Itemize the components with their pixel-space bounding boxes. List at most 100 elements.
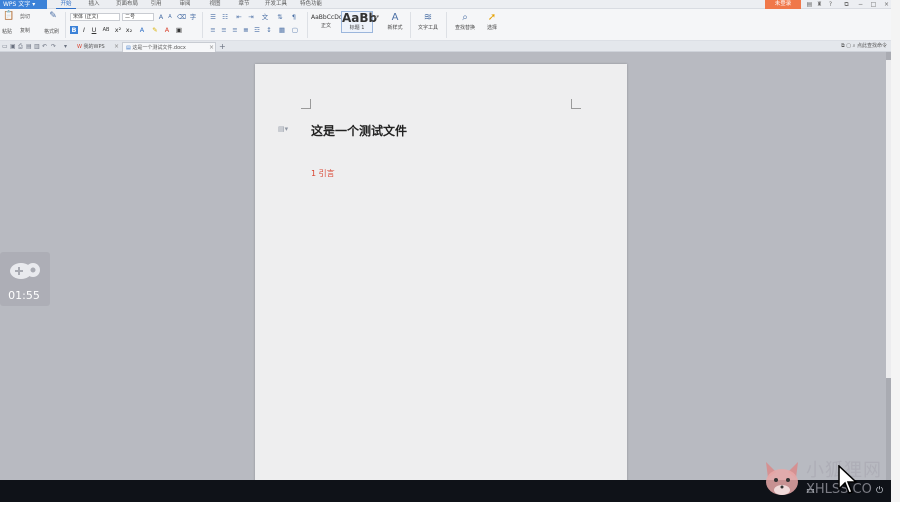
close-icon[interactable]: ×	[114, 42, 119, 52]
paragraph-handle-icon[interactable]: ▤▾	[278, 125, 288, 133]
text-tools-button[interactable]: ≋ 文字工具	[414, 11, 442, 37]
tab-view[interactable]: 视图	[205, 0, 225, 9]
margin-mark-top-right	[571, 99, 581, 109]
align-right-icon[interactable]: ≡	[230, 26, 240, 34]
new-tab-button[interactable]: +	[219, 41, 226, 52]
strikethrough-icon[interactable]: AB	[101, 26, 111, 34]
redo-icon[interactable]: ↷	[51, 41, 56, 52]
help-icon[interactable]: ?	[826, 0, 835, 9]
clear-format-icon[interactable]: ⌫	[177, 13, 186, 21]
undo-icon[interactable]: ↶	[42, 41, 47, 52]
italic-icon[interactable]: I	[80, 26, 88, 34]
tab-developer[interactable]: 开发工具	[262, 0, 290, 9]
gamepad-icon	[10, 263, 40, 279]
style-normal-preview: AaBbCcDd	[311, 14, 343, 21]
font-name-select[interactable]: 宋体 (正文)	[70, 13, 120, 21]
style-heading1[interactable]: AaBb 标题 1	[341, 11, 378, 33]
heading-1[interactable]: 1 引言	[311, 168, 335, 179]
find-replace-button[interactable]: ⌕ 查找替换	[451, 11, 479, 37]
bullet-list-icon[interactable]: ☰	[208, 13, 218, 21]
export-pdf-icon[interactable]: ▥	[34, 41, 40, 52]
skin-icon[interactable]: ▤	[805, 0, 814, 9]
phonetic-icon[interactable]: 字	[189, 13, 197, 21]
maximize-button[interactable]: □	[869, 0, 878, 9]
document-page[interactable]: ▤▾ 这是一个测试文件 1 引言	[255, 64, 627, 484]
quick-access-menu-icon[interactable]: ▾	[64, 41, 67, 52]
line-spacing-icon[interactable]: ↕	[264, 26, 274, 34]
align-left-icon[interactable]: ≡	[208, 26, 218, 34]
tab-active-document[interactable]: ▤ 这是一个测试文件.docx ×	[122, 42, 216, 52]
font-size-select[interactable]: 二号	[122, 13, 154, 21]
screen-edge-bottom	[0, 502, 900, 507]
document-workspace[interactable]: ▤▾ 这是一个测试文件 1 引言	[0, 52, 891, 484]
increase-indent-icon[interactable]: ⇥	[246, 13, 256, 21]
tab-references[interactable]: 引用	[146, 0, 166, 9]
paste-icon[interactable]: 📋	[3, 12, 15, 21]
menu-bar: WPS 文字 ▾ 开始 插入 页面布局 引用 审阅 视图 章节 开发工具 特色功…	[0, 0, 891, 9]
shrink-font-icon[interactable]: A	[166, 13, 174, 21]
copy-button[interactable]: 复制	[20, 27, 30, 34]
close-button[interactable]: ×	[882, 0, 891, 9]
distribute-icon[interactable]: ☲	[252, 26, 262, 34]
restore-icon[interactable]: ⧉	[842, 0, 851, 9]
numbered-list-icon[interactable]: ☷	[220, 13, 230, 21]
underline-icon[interactable]: U	[90, 26, 98, 34]
text-tools-icon: ≋	[423, 12, 433, 23]
restore-window-icon[interactable]: ⧉	[841, 43, 845, 49]
shading-icon[interactable]: ▦	[277, 26, 287, 34]
format-painter-icon[interactable]: ✎	[47, 12, 59, 21]
grow-font-icon[interactable]: A	[157, 13, 165, 21]
justify-icon[interactable]: ≣	[241, 26, 251, 34]
cut-button[interactable]: 剪切	[20, 13, 30, 20]
doc-file-icon: ▤	[126, 45, 131, 51]
select-button[interactable]: ➚ 选择	[482, 11, 502, 37]
divider	[307, 12, 308, 38]
char-border-icon[interactable]: ▣	[175, 26, 183, 34]
mouse-cursor-icon	[838, 465, 858, 494]
paste-button[interactable]: 粘贴	[2, 28, 12, 35]
align-center-icon[interactable]: ≡	[219, 26, 229, 34]
tab-home[interactable]: 开始	[56, 0, 76, 9]
divider	[446, 12, 447, 38]
open-folder-icon[interactable]: ▭	[2, 41, 8, 52]
save-icon[interactable]: ▣	[10, 41, 16, 52]
style-heading1-preview: AaBb	[342, 11, 378, 25]
app-menu-button[interactable]: WPS 文字 ▾	[0, 0, 47, 9]
search-icon: ⌕	[462, 12, 468, 23]
power-icon[interactable]: ⏻	[876, 485, 883, 497]
login-button[interactable]: 未登录	[765, 0, 801, 9]
print-icon[interactable]: ▤	[26, 41, 32, 52]
font-color-icon[interactable]: A	[163, 26, 171, 34]
format-painter-button[interactable]: 格式刷	[44, 28, 59, 35]
style-normal[interactable]: AaBbCcDd 正文	[310, 11, 343, 33]
tab-page-layout[interactable]: 页面布局	[112, 0, 142, 9]
taskbar: ▭ ⏻	[0, 480, 891, 502]
command-search[interactable]: ⧉ ▢ ⌕ 点此查找命令	[841, 41, 887, 52]
search-icon: ⌕	[852, 43, 856, 49]
subscript-icon[interactable]: x₂	[125, 26, 133, 34]
tab-special[interactable]: 特色功能	[297, 0, 325, 9]
border-icon[interactable]: ▢	[290, 26, 300, 34]
document-title[interactable]: 这是一个测试文件	[311, 122, 407, 139]
print-preview-icon[interactable]: ⎙	[18, 41, 23, 52]
tab-active-document-label: 这是一个测试文件.docx	[132, 45, 186, 51]
highlight-icon[interactable]: ✎	[150, 26, 160, 34]
tab-review[interactable]: 审阅	[175, 0, 195, 9]
shirt-icon[interactable]: ♜	[815, 0, 824, 9]
text-tools-label: 文字工具	[417, 25, 438, 31]
bold-icon[interactable]: B	[70, 26, 78, 34]
superscript-icon[interactable]: x²	[114, 26, 122, 34]
style-heading1-label: 标题 1	[349, 25, 365, 31]
styles-scroll-icon[interactable]: ▴▾	[374, 13, 379, 21]
text-effect-icon[interactable]: A	[138, 26, 146, 34]
minimize-button[interactable]: −	[856, 0, 865, 9]
decrease-indent-icon[interactable]: ⇤	[234, 13, 244, 21]
new-style-button[interactable]: A 新样式	[383, 11, 407, 37]
show-marks-icon[interactable]: ¶	[289, 13, 299, 21]
tab-my-wps[interactable]: W 我的WPS ×	[74, 42, 120, 52]
sort-icon[interactable]: ⇅	[275, 13, 285, 21]
tab-chapter[interactable]: 章节	[234, 0, 254, 9]
recording-overlay[interactable]: 01:55	[0, 252, 50, 306]
tab-insert[interactable]: 插入	[84, 0, 104, 9]
chinese-layout-icon[interactable]: 文	[260, 13, 270, 21]
